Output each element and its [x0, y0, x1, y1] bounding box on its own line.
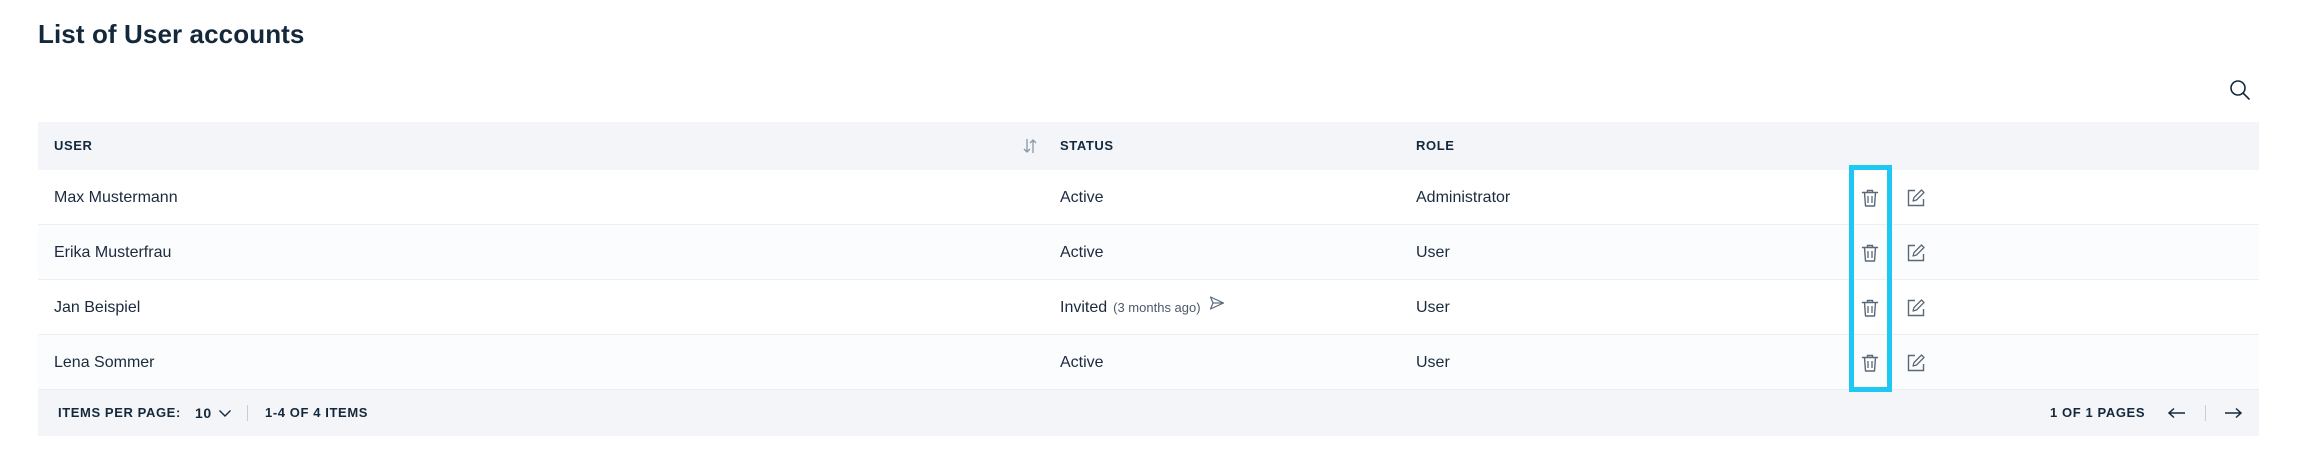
status-cell: Invited (3 months ago): [1060, 280, 1225, 335]
items-range: 1-4 OF 4 ITEMS: [265, 405, 369, 420]
edit-icon: [1907, 299, 1925, 317]
user-name: Max Mustermann: [54, 189, 178, 206]
column-header-user[interactable]: USER: [54, 122, 93, 170]
status-text: Active: [1060, 244, 1104, 261]
role-text: User: [1416, 354, 1450, 371]
edit-icon: [1907, 354, 1925, 372]
trash-icon: [1861, 189, 1879, 207]
role-text: User: [1416, 244, 1450, 261]
role-text: Administrator: [1416, 189, 1511, 206]
trash-icon: [1861, 354, 1879, 372]
previous-page-button[interactable]: [2165, 402, 2189, 424]
column-header-role: ROLE: [1416, 138, 1455, 153]
delete-button[interactable]: [1858, 186, 1882, 210]
delete-button[interactable]: [1858, 351, 1882, 375]
sort-icon[interactable]: [1020, 136, 1040, 156]
resend-invite-button[interactable]: [1209, 279, 1225, 334]
items-per-page-label: ITEMS PER PAGE:: [58, 405, 181, 420]
table-header: USER STATUS ROLE: [38, 122, 2259, 170]
search-icon: [2230, 80, 2250, 100]
arrow-left-icon: [2167, 407, 2185, 419]
items-per-page-value: 10: [195, 405, 212, 421]
edit-button[interactable]: [1904, 186, 1928, 210]
status-cell: Active: [1060, 335, 1104, 390]
status-text: Invited: [1060, 299, 1108, 316]
divider: [2205, 405, 2206, 421]
user-name: Erika Musterfrau: [54, 244, 172, 261]
table-pagination: ITEMS PER PAGE: 10 1-4 OF 4 ITEMS 1 OF 1…: [38, 390, 2259, 436]
status-cell: Active: [1060, 225, 1104, 280]
user-accounts-table: USER STATUS ROLE Max Mustermann Active A…: [38, 122, 2259, 436]
next-page-button[interactable]: [2221, 402, 2245, 424]
table-row: Erika Musterfrau Active User: [38, 225, 2259, 280]
divider: [247, 405, 248, 421]
page-count: 1 OF 1 PAGES: [2050, 405, 2146, 420]
column-header-status: STATUS: [1060, 138, 1114, 153]
delete-button[interactable]: [1858, 296, 1882, 320]
user-name: Lena Sommer: [54, 354, 155, 371]
arrow-right-icon: [2225, 407, 2243, 419]
table-body: Max Mustermann Active Administrator Erik…: [38, 170, 2259, 390]
delete-button[interactable]: [1858, 241, 1882, 265]
role-text: User: [1416, 299, 1450, 316]
table-row: Max Mustermann Active Administrator: [38, 170, 2259, 225]
edit-icon: [1907, 244, 1925, 262]
edit-icon: [1907, 189, 1925, 207]
edit-button[interactable]: [1904, 296, 1928, 320]
trash-icon: [1861, 299, 1879, 317]
search-button[interactable]: [2226, 76, 2254, 104]
status-text: Active: [1060, 189, 1104, 206]
edit-button[interactable]: [1904, 351, 1928, 375]
status-text: Active: [1060, 354, 1104, 371]
chevron-down-icon: [218, 410, 231, 417]
edit-button[interactable]: [1904, 241, 1928, 265]
user-name: Jan Beispiel: [54, 299, 141, 316]
table-row: Lena Sommer Active User: [38, 335, 2259, 390]
invite-timestamp: (3 months ago): [1113, 300, 1201, 315]
status-cell: Active: [1060, 170, 1104, 225]
trash-icon: [1861, 244, 1879, 262]
page-title: List of User accounts: [38, 19, 305, 49]
send-icon: [1209, 296, 1224, 310]
table-row: Jan Beispiel Invited (3 months ago) User: [38, 280, 2259, 335]
items-per-page-select[interactable]: 10: [195, 390, 232, 436]
